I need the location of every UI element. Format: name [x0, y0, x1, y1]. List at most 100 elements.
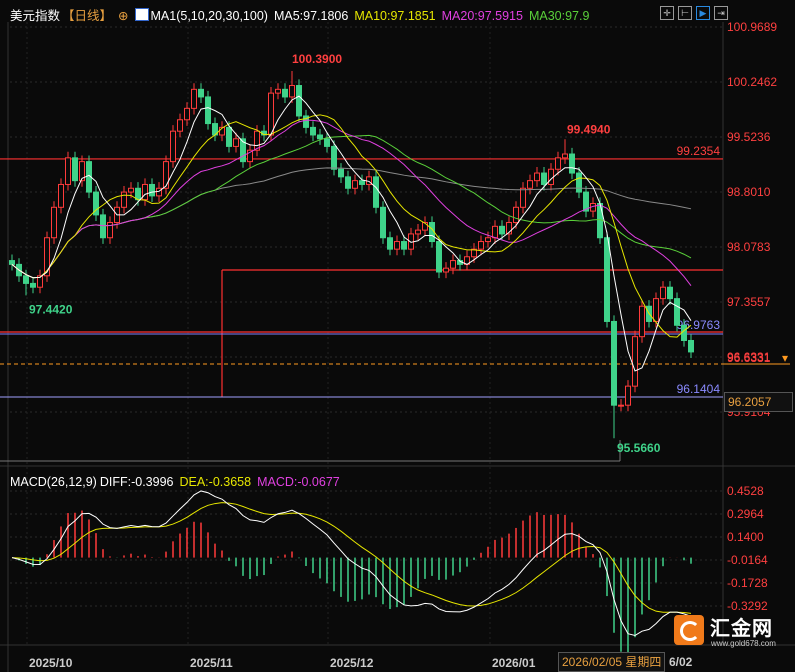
candle-up	[485, 237, 491, 243]
period-label[interactable]: 【日线】	[62, 9, 112, 23]
crosshair-date-label: 2026/02/05 星期四	[558, 652, 666, 672]
candle-up	[177, 119, 183, 132]
x-tick-label: 2025/10	[29, 656, 73, 670]
instrument-title: 美元指数	[10, 9, 61, 23]
axis-icon[interactable]: ⊢	[678, 6, 692, 20]
macd-dea: DEA:-0.3658	[179, 475, 252, 489]
logo-url: www.gold678.com	[711, 639, 776, 648]
candle-down	[338, 168, 344, 178]
extreme-label-low: 95.5660	[617, 441, 661, 455]
candle-up	[639, 305, 645, 338]
ma20-line	[11, 119, 692, 286]
candle-up	[492, 225, 498, 239]
candle-down	[576, 172, 582, 193]
macd-diff: DIFF:-0.3996	[99, 475, 174, 489]
candle-down	[387, 237, 393, 250]
candle-down	[324, 138, 330, 147]
candle-down	[135, 187, 141, 201]
candle-down	[499, 225, 505, 235]
exit-icon[interactable]: ⇥	[714, 6, 728, 20]
ma30-value: MA30:97.9	[528, 9, 590, 23]
candle-down	[611, 320, 617, 406]
y-tick-label: 100.2462	[727, 75, 777, 89]
candle-up	[534, 172, 540, 182]
price-chart[interactable]: 100.9689 100.2462 99.5236 98.8010 98.0783 97.…	[0, 0, 795, 672]
candle-down	[373, 176, 379, 208]
logo: 汇金网 www.gold678.com	[674, 612, 792, 652]
chart-header: 美元指数 【日线】 ⊕ MA1(5,10,20,30,100) MA5:97.1806 M…	[10, 5, 595, 24]
candle-up	[653, 298, 659, 322]
candle-up	[184, 107, 190, 121]
candle-down	[331, 145, 337, 170]
candle-up	[548, 168, 554, 185]
macd-tick-label: 0.4528	[727, 484, 764, 498]
macd-name[interactable]: MACD(26,12,9)	[10, 475, 97, 489]
candle-up	[555, 157, 561, 170]
candle-down	[149, 183, 155, 197]
macd-header: MACD(26,12,9) DIFF:-0.3996 DEA:-0.3658 MACD…	[10, 475, 346, 489]
macd-tick-label: -0.3292	[727, 599, 768, 613]
date-label-tail: 6/02	[669, 655, 693, 669]
candle-up	[268, 92, 274, 136]
candle-up	[415, 229, 421, 235]
candle-up	[289, 85, 295, 98]
current-price-label: 96.6331	[727, 351, 771, 365]
extreme-label-low: 97.4420	[29, 302, 73, 316]
candle-down	[9, 260, 15, 265]
diff-line	[11, 490, 692, 636]
ma-indicator-label[interactable]: MA1(5,10,20,30,100)	[151, 9, 268, 23]
candle-down	[401, 241, 407, 250]
candle-up	[660, 286, 666, 300]
candle-down	[541, 172, 547, 185]
candle-up	[352, 180, 358, 189]
level-label-99.2354: 99.2354	[677, 144, 721, 158]
dea-line	[11, 502, 692, 614]
candle-down	[205, 96, 211, 125]
macd-tick-label: 0.1400	[727, 530, 764, 544]
candle-up	[65, 157, 71, 185]
macd-tick-label: -0.1728	[727, 576, 768, 590]
candle-up	[58, 183, 64, 208]
x-tick-label: 2026/01	[492, 656, 536, 670]
y-tick-label: 100.9689	[727, 20, 777, 34]
ma20-value: MA20:97.5915	[441, 9, 523, 23]
extreme-label-high: 99.4940	[567, 122, 611, 136]
candle-down	[23, 275, 29, 284]
ma100-line	[11, 167, 692, 279]
y-tick-label: 99.5236	[727, 130, 771, 144]
candle-up	[51, 206, 57, 239]
candle-down	[226, 126, 232, 147]
crosshair-date: 2026/02/05 星期四	[562, 655, 662, 669]
candle-up	[275, 88, 281, 94]
ma10-line	[11, 114, 692, 338]
indicator-icon[interactable]	[134, 8, 149, 21]
candle-up	[632, 336, 638, 387]
candle-down	[30, 282, 36, 288]
candle-up	[233, 138, 239, 147]
candle-down	[282, 88, 288, 98]
x-tick-label: 2025/12	[330, 656, 374, 670]
candle-up	[478, 241, 484, 250]
candle-down	[296, 85, 302, 117]
candle-up	[170, 130, 176, 163]
candle-up	[142, 183, 148, 201]
candle-down	[604, 237, 610, 322]
level-label-96.1404: 96.1404	[677, 382, 721, 396]
target-icon[interactable]: ⊕	[118, 9, 128, 23]
y-tick-label: 98.8010	[727, 185, 771, 199]
crosshair-icon[interactable]: ✛	[660, 6, 674, 20]
candle-down	[569, 153, 575, 174]
candle-up	[513, 206, 519, 224]
candle-down	[667, 286, 673, 300]
y-tick-label: 98.0783	[727, 240, 771, 254]
play-icon[interactable]: ▶	[696, 6, 710, 20]
candle-down	[674, 298, 680, 326]
logo-icon	[674, 615, 704, 645]
candle-up	[520, 187, 526, 208]
candle-up	[121, 191, 127, 208]
candle-down	[380, 206, 386, 239]
extreme-label-high: 100.3900	[292, 52, 342, 66]
candle-down	[345, 176, 351, 189]
candle-up	[527, 180, 533, 189]
candle-up	[191, 88, 197, 109]
